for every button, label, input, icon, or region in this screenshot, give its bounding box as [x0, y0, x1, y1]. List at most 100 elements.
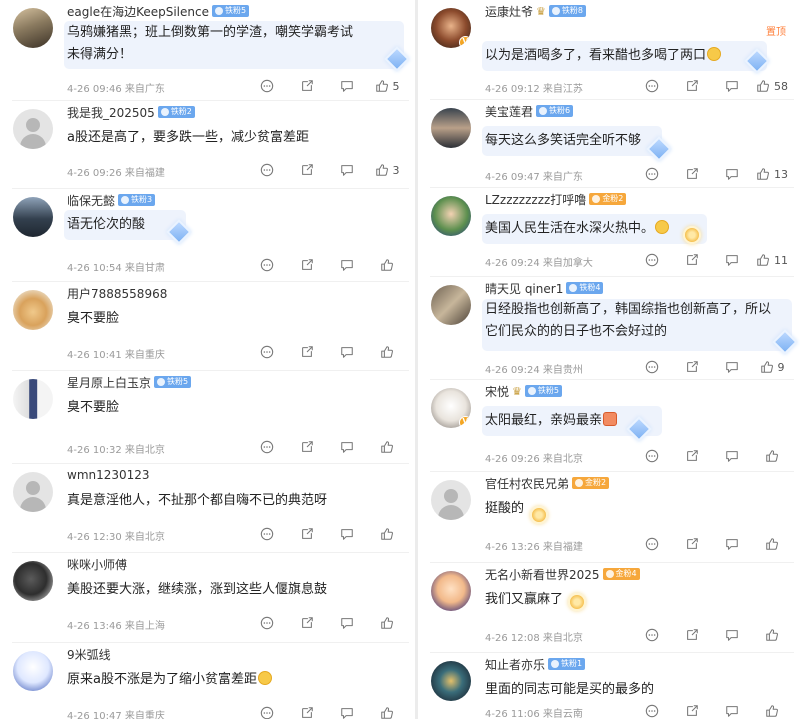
avatar[interactable]: V	[431, 388, 471, 428]
avatar[interactable]: V	[431, 8, 471, 48]
more-button[interactable]	[247, 706, 287, 719]
more-button[interactable]	[632, 79, 672, 93]
comment-button[interactable]	[327, 79, 367, 93]
share-button[interactable]	[287, 440, 327, 454]
share-button[interactable]	[672, 79, 712, 93]
comment-button[interactable]	[712, 167, 752, 181]
avatar[interactable]	[431, 571, 471, 611]
comment-button[interactable]	[327, 440, 367, 454]
fan-badge[interactable]: 铁粉8	[548, 5, 586, 17]
comment-button[interactable]	[712, 253, 752, 267]
like-button[interactable]: 11	[752, 253, 792, 267]
fan-badge[interactable]: 铁粉5	[524, 385, 562, 397]
comment-button[interactable]	[712, 360, 752, 374]
comment-button[interactable]	[712, 79, 752, 93]
fan-badge[interactable]: 金粉2	[572, 477, 610, 489]
more-button[interactable]	[247, 440, 287, 454]
like-button[interactable]	[752, 628, 792, 642]
more-button[interactable]	[247, 345, 287, 359]
share-button[interactable]	[287, 616, 327, 630]
comment-button[interactable]	[327, 345, 367, 359]
more-button[interactable]	[632, 449, 672, 463]
comment-button[interactable]	[327, 258, 367, 272]
comment-button[interactable]	[712, 628, 752, 642]
avatar[interactable]	[431, 196, 471, 236]
avatar[interactable]	[431, 108, 471, 148]
share-button[interactable]	[672, 167, 712, 181]
fan-badge[interactable]: 铁粉3	[118, 194, 156, 206]
share-button[interactable]	[287, 706, 327, 719]
fan-badge[interactable]: 铁粉4	[566, 282, 604, 294]
username[interactable]: 咪咪小师傅	[67, 556, 127, 573]
share-button[interactable]	[672, 704, 712, 718]
share-button[interactable]	[287, 527, 327, 541]
username[interactable]: 无名小新看世界2025	[485, 566, 600, 583]
share-button[interactable]	[287, 345, 327, 359]
like-button[interactable]: 13	[752, 167, 792, 181]
comment-button[interactable]	[712, 449, 752, 463]
avatar[interactable]	[13, 472, 53, 512]
share-button[interactable]	[287, 79, 327, 93]
comment-button[interactable]	[327, 163, 367, 177]
more-button[interactable]	[632, 167, 672, 181]
username[interactable]: 宋悦	[485, 383, 509, 400]
more-button[interactable]	[247, 258, 287, 272]
like-button[interactable]	[367, 527, 407, 541]
avatar[interactable]	[13, 561, 53, 601]
share-button[interactable]	[287, 258, 327, 272]
comment-button[interactable]	[327, 706, 367, 719]
like-button[interactable]	[752, 449, 792, 463]
more-button[interactable]	[632, 628, 672, 642]
fan-badge[interactable]: 金粉2	[589, 193, 627, 205]
more-button[interactable]	[632, 537, 672, 551]
like-button[interactable]: 9	[752, 360, 792, 374]
more-button[interactable]	[247, 163, 287, 177]
comment-button[interactable]	[712, 704, 752, 718]
avatar[interactable]	[13, 651, 53, 691]
avatar[interactable]	[13, 197, 53, 237]
fan-badge[interactable]: 铁粉5	[211, 5, 250, 17]
share-button[interactable]	[672, 360, 712, 374]
comment-button[interactable]	[712, 537, 752, 551]
avatar[interactable]	[431, 480, 471, 520]
username[interactable]: 知止者亦乐	[485, 656, 545, 673]
username[interactable]: LZzzzzzzzz打呼噜	[485, 191, 586, 208]
share-button[interactable]	[672, 537, 712, 551]
share-button[interactable]	[287, 163, 327, 177]
fan-badge[interactable]: 铁粉5	[154, 376, 192, 388]
comment-button[interactable]	[327, 616, 367, 630]
avatar[interactable]	[13, 290, 53, 330]
fan-badge[interactable]: 铁粉1	[548, 658, 586, 670]
share-button[interactable]	[672, 253, 712, 267]
username[interactable]: 9米弧线	[67, 646, 111, 663]
fan-badge[interactable]: 铁粉6	[536, 105, 574, 117]
more-button[interactable]	[247, 616, 287, 630]
username[interactable]: 官任村农民兄弟	[485, 475, 569, 492]
more-button[interactable]	[247, 79, 287, 93]
share-button[interactable]	[672, 449, 712, 463]
more-button[interactable]	[632, 360, 672, 374]
like-button[interactable]	[367, 616, 407, 630]
more-button[interactable]	[632, 704, 672, 718]
like-button[interactable]	[752, 537, 792, 551]
like-button[interactable]	[367, 440, 407, 454]
username[interactable]: 美宝莲君	[485, 103, 533, 120]
comment-button[interactable]	[327, 527, 367, 541]
avatar[interactable]	[431, 285, 471, 325]
avatar[interactable]	[13, 8, 53, 48]
username[interactable]: 晴天见 qiner1	[485, 280, 563, 297]
like-button[interactable]: 5	[367, 79, 407, 93]
username[interactable]: 我是我_202505	[67, 104, 155, 121]
username[interactable]: 运康灶爷	[485, 3, 533, 20]
username[interactable]: wmn1230123	[67, 468, 150, 482]
like-button[interactable]	[367, 258, 407, 272]
username[interactable]: eagle在海边KeepSilence	[67, 3, 209, 20]
username[interactable]: 用户7888558968	[67, 285, 167, 302]
like-button[interactable]	[752, 704, 792, 718]
avatar[interactable]	[431, 661, 471, 701]
share-button[interactable]	[672, 628, 712, 642]
like-button[interactable]: 3	[367, 163, 407, 177]
avatar[interactable]	[13, 379, 53, 419]
fan-badge[interactable]: 铁粉2	[157, 106, 195, 118]
username[interactable]: 临保无懿	[67, 192, 115, 209]
